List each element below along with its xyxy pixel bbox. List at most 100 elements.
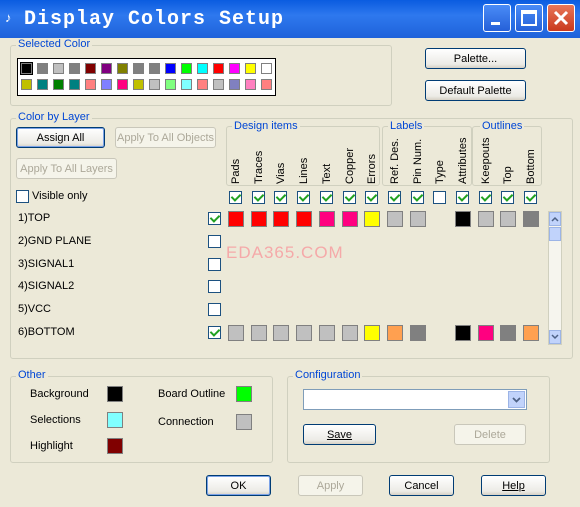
palette-swatch[interactable] bbox=[197, 63, 208, 74]
palette-swatch[interactable] bbox=[149, 79, 160, 90]
palette-swatch[interactable] bbox=[229, 79, 240, 90]
layer-color-cell[interactable] bbox=[455, 325, 471, 341]
column-visibility-checkbox[interactable] bbox=[433, 191, 447, 204]
layer-color-cell[interactable] bbox=[386, 211, 403, 227]
palette-swatch[interactable] bbox=[245, 79, 256, 90]
layer-color-cell[interactable] bbox=[296, 325, 313, 341]
layer-color-cell[interactable] bbox=[318, 211, 335, 227]
layer-color-cell[interactable] bbox=[386, 325, 403, 341]
palette-swatch[interactable] bbox=[261, 79, 272, 90]
layer-visibility-checkbox[interactable] bbox=[208, 212, 221, 225]
palette-swatch[interactable] bbox=[181, 79, 192, 90]
layer-color-cell[interactable] bbox=[500, 211, 517, 227]
palette-swatch[interactable] bbox=[197, 79, 208, 90]
layer-color-cell[interactable] bbox=[228, 211, 244, 227]
scroll-thumb[interactable] bbox=[549, 227, 561, 241]
maximize-button[interactable] bbox=[515, 4, 543, 32]
layer-color-cell[interactable] bbox=[341, 325, 358, 341]
column-visibility-checkbox[interactable] bbox=[387, 191, 401, 204]
palette-swatch[interactable] bbox=[53, 79, 64, 90]
palette-swatch[interactable] bbox=[213, 79, 224, 90]
help-button[interactable]: Help bbox=[481, 475, 546, 496]
palette-swatch[interactable] bbox=[69, 63, 80, 74]
default-palette-button[interactable]: Default Palette bbox=[425, 80, 526, 101]
layer-color-cell[interactable] bbox=[523, 325, 540, 341]
palette-swatch[interactable] bbox=[245, 63, 256, 74]
layer-visibility-checkbox[interactable] bbox=[208, 257, 221, 271]
layer-color-cell[interactable] bbox=[477, 211, 494, 227]
apply-to-all-objects-button[interactable]: Apply To All Objects bbox=[115, 127, 216, 148]
layer-color-cell[interactable] bbox=[318, 325, 335, 341]
column-visibility-checkbox[interactable] bbox=[229, 191, 242, 204]
column-visibility-checkbox[interactable] bbox=[501, 191, 515, 204]
column-visibility-checkbox[interactable] bbox=[365, 191, 379, 204]
layer-color-cell[interactable] bbox=[364, 211, 381, 227]
column-visibility-checkbox[interactable] bbox=[478, 191, 492, 204]
layer-color-cell[interactable] bbox=[296, 211, 313, 227]
column-visibility-checkbox[interactable] bbox=[342, 191, 356, 204]
save-button[interactable]: Save bbox=[303, 424, 376, 445]
configuration-dropdown-button[interactable] bbox=[508, 391, 525, 408]
palette-swatch[interactable] bbox=[165, 63, 176, 74]
selections-color-swatch[interactable] bbox=[107, 412, 123, 428]
apply-button[interactable]: Apply bbox=[298, 475, 363, 496]
layer-scrollbar[interactable] bbox=[548, 211, 562, 345]
column-visibility-checkbox[interactable] bbox=[251, 191, 265, 204]
palette-swatch[interactable] bbox=[149, 63, 160, 74]
layer-visibility-checkbox[interactable] bbox=[208, 326, 221, 339]
palette-swatch[interactable] bbox=[213, 63, 224, 74]
column-visibility-checkbox[interactable] bbox=[456, 191, 469, 204]
layer-color-cell[interactable] bbox=[500, 325, 517, 341]
layer-color-cell[interactable] bbox=[364, 325, 381, 341]
palette-swatch[interactable] bbox=[101, 63, 112, 74]
close-button[interactable] bbox=[547, 4, 575, 32]
scroll-down-button[interactable] bbox=[549, 330, 561, 344]
apply-to-all-layers-button[interactable]: Apply To All Layers bbox=[16, 158, 117, 179]
palette-swatch[interactable] bbox=[229, 63, 240, 74]
palette-swatch[interactable] bbox=[53, 63, 64, 74]
layer-color-cell[interactable] bbox=[228, 325, 244, 341]
column-visibility-checkbox[interactable] bbox=[297, 191, 311, 204]
layer-color-cell[interactable] bbox=[455, 211, 471, 227]
layer-color-cell[interactable] bbox=[477, 325, 494, 341]
palette-swatch[interactable] bbox=[21, 63, 32, 74]
palette-swatch[interactable] bbox=[69, 79, 80, 90]
palette-swatch[interactable] bbox=[133, 79, 144, 90]
board-outline-color-swatch[interactable] bbox=[236, 386, 252, 402]
connection-color-swatch[interactable] bbox=[236, 414, 252, 430]
scroll-up-button[interactable] bbox=[549, 212, 561, 226]
palette-swatch[interactable] bbox=[261, 63, 272, 74]
column-visibility-checkbox[interactable] bbox=[274, 191, 288, 204]
layer-color-cell[interactable] bbox=[341, 211, 358, 227]
layer-color-cell[interactable] bbox=[273, 325, 290, 341]
palette-button[interactable]: Palette... bbox=[425, 48, 526, 69]
palette-swatch[interactable] bbox=[85, 79, 96, 90]
column-visibility-checkbox[interactable] bbox=[319, 191, 333, 204]
layer-color-cell[interactable] bbox=[273, 211, 290, 227]
assign-all-button[interactable]: Assign All bbox=[16, 127, 105, 148]
palette-swatch[interactable] bbox=[133, 63, 144, 74]
column-visibility-checkbox[interactable] bbox=[524, 191, 538, 204]
layer-visibility-checkbox[interactable] bbox=[208, 280, 221, 294]
visible-only-checkbox[interactable] bbox=[16, 190, 29, 203]
layer-color-cell[interactable] bbox=[250, 325, 267, 341]
palette-swatch[interactable] bbox=[165, 79, 176, 90]
palette-swatch[interactable] bbox=[37, 79, 48, 90]
palette-swatch[interactable] bbox=[85, 63, 96, 74]
layer-color-cell[interactable] bbox=[409, 211, 426, 227]
palette-swatch[interactable] bbox=[117, 63, 128, 74]
ok-button[interactable]: OK bbox=[206, 475, 271, 496]
palette-swatch[interactable] bbox=[117, 79, 128, 90]
layer-color-cell[interactable] bbox=[250, 211, 267, 227]
background-color-swatch[interactable] bbox=[107, 386, 123, 402]
configuration-select[interactable] bbox=[303, 389, 527, 410]
column-visibility-checkbox[interactable] bbox=[410, 191, 424, 204]
minimize-button[interactable] bbox=[483, 4, 511, 32]
palette-swatch[interactable] bbox=[101, 79, 112, 90]
layer-color-cell[interactable] bbox=[523, 211, 540, 227]
layer-visibility-checkbox[interactable] bbox=[208, 303, 221, 317]
palette-swatch[interactable] bbox=[37, 63, 48, 74]
layer-visibility-checkbox[interactable] bbox=[208, 234, 221, 248]
cancel-button[interactable]: Cancel bbox=[389, 475, 454, 496]
layer-color-cell[interactable] bbox=[409, 325, 426, 341]
